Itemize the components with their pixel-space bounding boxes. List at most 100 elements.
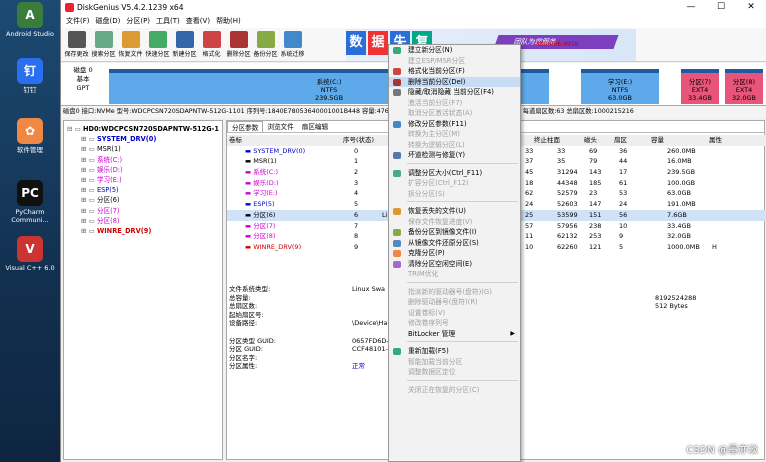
tree-node-label: MSR(1) bbox=[96, 145, 121, 154]
column-header[interactable]: 终止柱面 bbox=[534, 135, 560, 146]
cell-capacity: 239.5GB bbox=[667, 168, 696, 177]
context-menu-item[interactable]: 备份分区到镜像文件(I) bbox=[389, 227, 520, 238]
cell-end-cyl: 44348 bbox=[557, 178, 578, 187]
menu-item[interactable]: 分区(P) bbox=[123, 16, 153, 26]
context-menu-item[interactable]: 建立新分区(N) bbox=[389, 45, 520, 56]
tree-node-icon: ⊞ ▭ bbox=[81, 175, 97, 184]
context-menu-item[interactable]: 调整分区大小(Ctrl_F11) bbox=[389, 168, 520, 179]
context-menu-label: 备份分区到镜像文件(I) bbox=[408, 228, 477, 236]
partition-block-e[interactable]: 学习(E:) NTFS 63.0GB bbox=[581, 69, 659, 104]
tree-node[interactable]: ⊞ ▭ 分区(8) bbox=[67, 216, 219, 226]
cell-capacity: 32.0GB bbox=[667, 232, 691, 241]
tree-node[interactable]: ⊞ ▭ WINRE_DRV(9) bbox=[67, 226, 219, 236]
cell-end-cyl: 53599 bbox=[557, 210, 578, 219]
cell-index: 8 bbox=[354, 232, 359, 241]
menu-item[interactable]: 工具(T) bbox=[153, 16, 183, 26]
context-menu-item[interactable]: 重新加载(F5) bbox=[389, 346, 520, 357]
menu-item[interactable]: 磁盘(D) bbox=[93, 16, 124, 26]
title-bar: DiskGenius V5.4.2.1239 x64 — ☐ ✕ bbox=[61, 0, 766, 14]
desktop-icon-label: 钉钉 bbox=[23, 86, 37, 94]
context-menu-item[interactable]: BitLocker 管理 ▶ bbox=[389, 329, 520, 340]
context-menu-item[interactable]: 隐藏/取消隐藏 当前分区(F4) bbox=[389, 87, 520, 98]
tab[interactable]: 分区参数 bbox=[227, 121, 264, 132]
tree-node[interactable]: ⊞ ▭ 分区(7) bbox=[67, 206, 219, 216]
context-menu-label: 删除当前分区(Del) bbox=[408, 77, 466, 86]
context-menu-icon bbox=[393, 219, 401, 226]
tree-node[interactable]: ⊞ ▭ ESP(5) bbox=[67, 185, 219, 195]
toolbar-button[interactable]: 格式化 bbox=[198, 31, 225, 58]
app-logo-icon bbox=[65, 2, 74, 12]
context-menu-item[interactable]: 克隆分区(P) bbox=[389, 248, 520, 259]
context-menu-label: 激活当前分区(F7) bbox=[408, 98, 463, 107]
partition-size: 33.4GB bbox=[688, 94, 712, 102]
window-title: DiskGenius V5.4.2.1239 x64 bbox=[77, 2, 184, 12]
cell-capacity: 191.0MB bbox=[667, 200, 696, 209]
context-menu-item[interactable]: 坏道检测与修复(Y) bbox=[389, 150, 520, 161]
cell-index: 3 bbox=[354, 178, 359, 187]
column-header[interactable]: 卷标 bbox=[229, 135, 242, 146]
context-menu-item: 修改卷序列号 bbox=[389, 318, 520, 329]
cell-volume: ▬ 系统(C:) bbox=[245, 168, 279, 177]
toolbar-button[interactable]: 快速分区 bbox=[144, 31, 171, 58]
toolbar-button[interactable]: 恢复文件 bbox=[117, 31, 144, 58]
context-menu-label: 隐藏/取消隐藏 当前分区(F4) bbox=[408, 88, 494, 96]
cell-end-cyl: 62132 bbox=[557, 232, 578, 241]
context-menu-item[interactable]: 修改分区参数(F11) bbox=[389, 119, 520, 130]
tree-node[interactable]: ⊞ ▭ 分区(6) bbox=[67, 195, 219, 205]
tree-node[interactable]: ⊞ ▭ 系统(C:) bbox=[67, 155, 219, 165]
context-menu-item: 设置卷标(V) bbox=[389, 308, 520, 319]
column-header[interactable]: 扇区 bbox=[614, 135, 627, 146]
context-menu-item[interactable]: 格式化当前分区(F) bbox=[389, 66, 520, 77]
desktop-icon[interactable]: 钉钉钉 bbox=[2, 58, 58, 94]
desktop-icon[interactable]: V Visual C++ 6.0 bbox=[2, 236, 58, 272]
toolbar-button[interactable]: 搜索分区 bbox=[90, 31, 117, 58]
context-menu-item[interactable]: 从镜像文件还原分区(S) bbox=[389, 238, 520, 249]
cell-head: 121 bbox=[589, 242, 602, 251]
desktop: A Android Studio 钉钉钉 ✿ 软件管理 PC PyCharm Communi… bbox=[0, 0, 60, 462]
column-header[interactable]: 容量 bbox=[651, 135, 664, 146]
minimize-button[interactable]: — bbox=[676, 2, 706, 12]
context-menu-icon bbox=[393, 131, 401, 138]
tree-node[interactable]: ⊞ ▭ 娱乐(D:) bbox=[67, 165, 219, 175]
disk-label: 磁盘 0 bbox=[73, 66, 93, 74]
toolbar-button[interactable]: 删除分区 bbox=[225, 31, 252, 58]
close-button[interactable]: ✕ bbox=[736, 2, 766, 12]
toolbar-button[interactable]: 系统迁移 bbox=[279, 31, 306, 58]
tree-node[interactable]: ⊞ ▭ 学习(E:) bbox=[67, 175, 219, 185]
context-menu-icon bbox=[393, 78, 401, 86]
tree-node[interactable]: ⊟ ▭ HD0:WDCPCSN720SDAPNTW-512G-1 bbox=[67, 124, 219, 134]
context-menu-item[interactable]: 删除当前分区(Del) bbox=[389, 76, 520, 87]
cell-sector: 56 bbox=[619, 210, 628, 219]
column-header[interactable]: 序号(状态) bbox=[343, 135, 374, 146]
menu-item[interactable]: 帮助(H) bbox=[213, 16, 244, 26]
context-menu-item: 保存文件恢复进度(V) bbox=[389, 217, 520, 228]
detail-value: 正常 bbox=[352, 362, 365, 371]
toolbar-button[interactable]: 备份分区 bbox=[252, 31, 279, 58]
tree-node[interactable]: ⊞ ▭ SYSTEM_DRV(0) bbox=[67, 134, 219, 144]
context-menu-item: 指派新的驱动器号(盘符)(G) bbox=[389, 287, 520, 298]
column-header[interactable]: 磁头 bbox=[584, 135, 597, 146]
tab[interactable]: 扇区编辑 bbox=[298, 121, 332, 132]
desktop-icon[interactable]: ✿ 软件管理 bbox=[2, 118, 58, 154]
column-header[interactable]: 属性 bbox=[709, 135, 722, 146]
tree-node[interactable]: ⊞ ▭ MSR(1) bbox=[67, 144, 219, 154]
context-menu-label: 修改分区参数(F11) bbox=[408, 119, 467, 128]
context-menu-label: 智能加载当前分区 bbox=[408, 357, 463, 366]
toolbar-icon bbox=[256, 31, 275, 48]
context-menu-icon bbox=[393, 58, 401, 65]
maximize-button[interactable]: ☐ bbox=[706, 2, 736, 12]
tree-node-icon: ⊞ ▭ bbox=[81, 186, 97, 195]
desktop-icon[interactable]: A Android Studio bbox=[2, 2, 58, 38]
tab[interactable]: 浏览文件 bbox=[263, 121, 297, 132]
menu-item[interactable]: 文件(F) bbox=[63, 16, 93, 26]
menu-item[interactable]: 查看(V) bbox=[183, 16, 213, 26]
context-menu-label: 保存文件恢复进度(V) bbox=[408, 217, 473, 226]
context-menu-item[interactable]: 清除分区空闲空间(E) bbox=[389, 259, 520, 270]
partition-block-8[interactable]: 分区(8) EXT4 32.0GB bbox=[725, 69, 763, 104]
toolbar-button[interactable]: 保存更改 bbox=[63, 31, 90, 58]
desktop-icon[interactable]: PC PyCharm Communi... bbox=[2, 180, 58, 224]
partition-block-7[interactable]: 分区(7) EXT4 33.4GB bbox=[681, 69, 719, 104]
toolbar-button[interactable]: 新建分区 bbox=[171, 31, 198, 58]
context-menu-icon bbox=[393, 142, 401, 149]
context-menu-item[interactable]: 恢复丢失的文件(U) bbox=[389, 206, 520, 217]
